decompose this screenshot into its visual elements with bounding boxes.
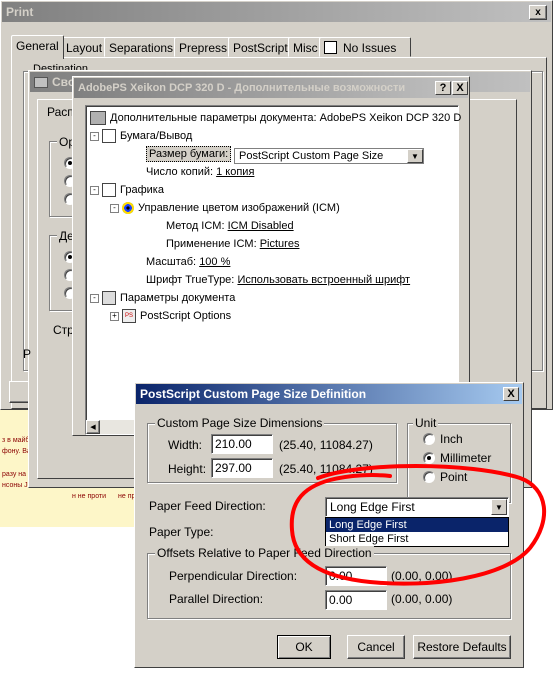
tab-general[interactable]: General [11, 35, 64, 59]
red-annotation-ellipse [289, 464, 547, 586]
